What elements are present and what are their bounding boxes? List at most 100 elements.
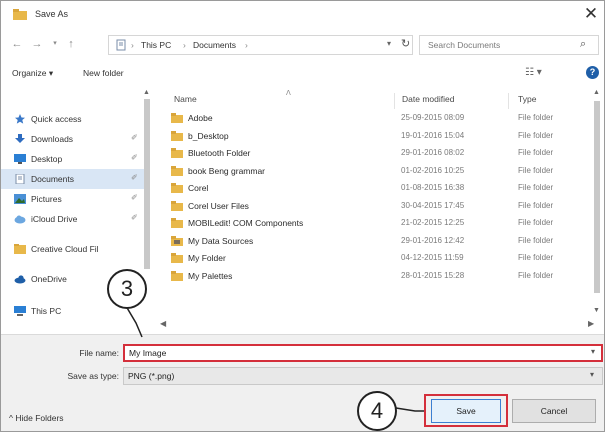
file-date: 28-01-2015 15:28 <box>401 270 465 280</box>
refresh-icon[interactable]: ↻ <box>401 37 410 50</box>
file-date: 25-09-2015 08:09 <box>401 113 465 122</box>
file-type: File folder <box>518 218 554 227</box>
dialog-folder-icon <box>13 9 27 20</box>
breadcrumb-this-pc[interactable]: This PC <box>141 40 171 50</box>
chevron-down-icon[interactable]: ▾ <box>590 370 594 379</box>
savetype-value: PNG (*.png) <box>128 371 175 381</box>
column-header-type[interactable]: Type <box>518 94 536 104</box>
file-list-scrollbar[interactable]: ▲ ▼ <box>592 89 602 319</box>
table-row[interactable]: Adobe 25-09-2015 08:09 File folder <box>166 111 591 126</box>
scroll-thumb[interactable] <box>144 99 150 269</box>
file-type: File folder <box>518 253 554 262</box>
picture-icon <box>14 194 26 204</box>
close-icon[interactable]: ✕ <box>581 4 601 24</box>
cancel-button[interactable]: Cancel <box>512 399 596 423</box>
nav-item-quick-access[interactable]: Quick access <box>1 109 149 129</box>
table-row[interactable]: My Data Sources 29-01-2016 12:42 File fold… <box>166 234 591 249</box>
file-type: File folder <box>518 235 554 245</box>
table-row[interactable]: b_Desktop 19-01-2016 15:04 File folder <box>166 129 591 144</box>
column-separator[interactable] <box>394 93 395 109</box>
nav-item-label: Desktop <box>31 154 63 164</box>
search-icon[interactable]: ⌕ <box>580 38 586 51</box>
column-separator[interactable] <box>508 93 509 109</box>
breadcrumb-documents[interactable]: Documents <box>193 40 236 50</box>
folder-icon <box>171 183 183 193</box>
file-type: File folder <box>518 130 554 140</box>
folder-icon <box>171 165 183 176</box>
table-row[interactable]: Bluetooth Folder 29-01-2016 08:02 File fol… <box>166 146 591 161</box>
file-name: My Palettes <box>188 270 233 281</box>
hide-folders-button[interactable]: ^ Hide Folders <box>9 413 64 423</box>
breadcrumb-separator: › <box>131 40 134 50</box>
scroll-down-icon[interactable]: ▼ <box>593 307 600 314</box>
scroll-thumb[interactable] <box>594 101 600 293</box>
save-form: File name: My Image ▾ Save as type: PNG … <box>1 334 604 431</box>
address-dropdown-icon[interactable]: ▾ <box>387 39 391 48</box>
file-type: File folder <box>518 270 554 280</box>
command-toolbar: Organize ▾ New folder ☷ ▾ ? <box>1 61 604 87</box>
search-input[interactable]: Search Documents ⌕ <box>419 35 599 55</box>
pin-icon[interactable]: ✐ <box>131 173 138 182</box>
scroll-up-icon[interactable]: ▲ <box>593 89 600 96</box>
nav-item-label: Creative Cloud Fil <box>31 244 99 254</box>
save-button[interactable]: Save <box>431 399 501 423</box>
column-header-name[interactable]: Name <box>174 94 197 104</box>
file-name: book Beng grammar <box>188 165 266 176</box>
nav-item-pictures[interactable]: Pictures ✐ <box>1 189 149 209</box>
window-title: Save As <box>35 9 69 19</box>
folder-icon <box>171 148 183 158</box>
pin-icon[interactable]: ✐ <box>131 213 138 222</box>
file-date: 30-04-2015 17:45 <box>401 200 465 210</box>
forward-arrow-icon[interactable]: → <box>29 36 45 52</box>
title-bar: Save As ✕ <box>1 1 604 29</box>
filename-input[interactable]: My Image ▾ <box>123 344 603 362</box>
folder-icon <box>171 200 183 211</box>
creative-cloud-icon <box>14 244 26 254</box>
table-row[interactable]: book Beng grammar 01-02-2016 10:25 File fo… <box>166 164 591 179</box>
file-list: ᐱ Name Date modified Type Adobe 25-09-201… <box>156 89 604 332</box>
column-header-date[interactable]: Date modified <box>402 94 454 104</box>
pin-icon[interactable]: ✐ <box>131 193 138 202</box>
pin-icon[interactable]: ✐ <box>131 153 138 162</box>
file-type: File folder <box>518 113 554 122</box>
horizontal-scrollbar[interactable]: ◀ ▶ <box>156 319 602 330</box>
up-arrow-icon[interactable]: ↑ <box>63 36 79 52</box>
folder-icon <box>171 113 183 123</box>
organize-button[interactable]: Organize ▾ <box>12 68 53 79</box>
pin-icon[interactable]: ✐ <box>131 133 138 142</box>
view-options-icon[interactable]: ☷ ▾ <box>525 67 542 78</box>
search-placeholder: Search Documents <box>428 40 501 50</box>
save-as-dialog: Save As ✕ ← → ▾ ↑ › This PC › Documents … <box>0 0 605 432</box>
table-row[interactable]: MOBILedit! COM Components 21-02-2015 12:2… <box>166 216 591 231</box>
nav-item-label: This PC <box>31 306 62 316</box>
back-arrow-icon[interactable]: ← <box>9 36 25 52</box>
desktop-icon <box>14 154 26 164</box>
nav-item-creative-cloud[interactable]: Creative Cloud Fil <box>1 239 149 259</box>
nav-item-desktop[interactable]: Desktop ✐ <box>1 149 149 169</box>
file-name: MOBILedit! COM Components <box>188 218 304 228</box>
file-date: 29-01-2016 08:02 <box>401 148 465 157</box>
document-location-icon <box>116 39 126 51</box>
address-bar[interactable]: › This PC › Documents › ▾ ↻ <box>108 35 413 55</box>
table-row[interactable]: My Palettes 28-01-2015 15:28 File folder <box>166 269 591 284</box>
table-row[interactable]: Corel 01-08-2015 16:38 File folder <box>166 181 591 196</box>
recent-dropdown-icon[interactable]: ▾ <box>47 36 63 52</box>
navigation-bar: ← → ▾ ↑ › This PC › Documents › ▾ ↻ Sear… <box>1 31 604 59</box>
step-callout-4: 4 <box>357 391 397 431</box>
chevron-down-icon[interactable]: ▾ <box>591 347 595 356</box>
nav-item-downloads[interactable]: Downloads ✐ <box>1 129 149 149</box>
data-source-folder-icon <box>171 235 183 246</box>
help-icon[interactable]: ? <box>586 66 599 79</box>
scroll-right-icon[interactable]: ▶ <box>588 319 594 328</box>
table-row[interactable]: Corel User Files 30-04-2015 17:45 File fol… <box>166 199 591 214</box>
nav-item-icloud-drive[interactable]: iCloud Drive ✐ <box>1 209 149 229</box>
onedrive-icon <box>14 275 26 284</box>
filename-label: File name: <box>79 348 119 358</box>
new-folder-button[interactable]: New folder <box>83 68 124 78</box>
table-row[interactable]: My Folder 04-12-2015 11:59 File folder <box>166 251 591 266</box>
nav-item-documents[interactable]: Documents ✐ <box>1 169 149 189</box>
scroll-left-icon[interactable]: ◀ <box>160 319 166 328</box>
savetype-select[interactable]: PNG (*.png) ▾ <box>123 367 603 385</box>
savetype-label: Save as type: <box>67 371 119 381</box>
scroll-up-icon[interactable]: ▲ <box>143 89 150 96</box>
